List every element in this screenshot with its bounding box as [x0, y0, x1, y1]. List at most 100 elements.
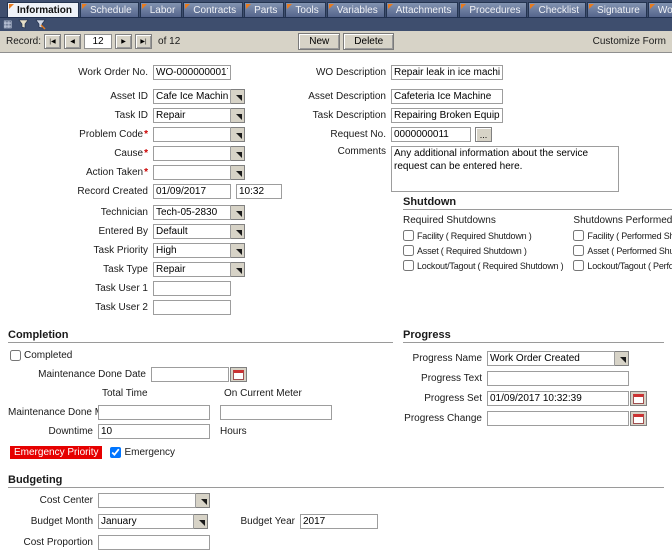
task-user-2-input[interactable] [153, 300, 231, 315]
task-type-label: Task Type [8, 264, 153, 275]
downtime-units-label: Hours [220, 426, 247, 437]
progress-set-input[interactable] [487, 391, 629, 406]
task-description-input[interactable] [391, 108, 503, 123]
cost-center-input[interactable] [98, 493, 196, 508]
tab-contracts[interactable]: Contracts [183, 2, 243, 17]
record-created-date-input[interactable] [153, 184, 231, 199]
progress-change-calendar-button[interactable] [630, 411, 647, 426]
checkbox[interactable] [403, 260, 414, 271]
progress-name-input[interactable] [487, 351, 615, 366]
tab-tools[interactable]: Tools [285, 2, 325, 17]
emergency-checkbox[interactable]: Emergency [110, 447, 175, 458]
tab-variables[interactable]: Variables [327, 2, 385, 17]
cost-center-dropdown-button[interactable] [196, 493, 210, 508]
budget-year-input[interactable] [300, 514, 378, 529]
comments-textarea[interactable]: Any additional information about the ser… [391, 146, 619, 192]
tab-attachments[interactable]: Attachments [386, 2, 459, 17]
cause-input[interactable] [153, 146, 231, 161]
task-priority-dropdown-button[interactable] [231, 243, 245, 258]
wo-description-input[interactable] [391, 65, 503, 80]
tab-information[interactable]: Information [7, 2, 79, 17]
task-user-1-input[interactable] [153, 281, 231, 296]
new-button[interactable]: New [298, 33, 340, 50]
checkbox[interactable] [110, 447, 121, 458]
next-record-button[interactable]: ▶ [115, 34, 132, 49]
tab-schedule[interactable]: Schedule [80, 2, 139, 17]
task-description-label: Task Description [303, 110, 391, 121]
work-order-no-input[interactable] [153, 65, 231, 80]
field-task-description: Task Description [303, 108, 672, 123]
checkbox[interactable] [403, 245, 414, 256]
task-id-dropdown-button[interactable] [231, 108, 245, 123]
tab-labor[interactable]: Labor [140, 2, 183, 17]
filter-edit-icon[interactable] [35, 19, 46, 30]
downtime-input[interactable] [98, 424, 210, 439]
budget-month-dropdown-button[interactable] [194, 514, 208, 529]
right-column: WO Description Asset Description Task De… [303, 65, 672, 319]
record-created-time-input[interactable] [236, 184, 282, 199]
first-record-button[interactable]: |◀ [44, 34, 61, 49]
field-task-user-2: Task User 2 [8, 300, 303, 315]
task-type-dropdown-button[interactable] [231, 262, 245, 277]
asset-performed-shutdown-checkbox[interactable]: Asset ( Performed Shutdown ) [573, 245, 672, 256]
lockout-tagout-performed-shutdown-checkbox[interactable]: Lockout/Tagout ( Performed Shutdown ) [573, 260, 672, 271]
delete-button[interactable]: Delete [343, 33, 394, 50]
progress-set-calendar-button[interactable] [630, 391, 647, 406]
action-taken-dropdown-button[interactable] [231, 165, 245, 180]
technician-input[interactable] [153, 205, 231, 220]
maintenance-done-meter-total-input[interactable] [98, 405, 210, 420]
progress-text-input[interactable] [487, 371, 629, 386]
progress-change-input[interactable] [487, 411, 629, 426]
task-id-input[interactable] [153, 108, 231, 123]
cost-proportion-label: Cost Proportion [8, 537, 98, 548]
problem-code-dropdown-button[interactable] [231, 127, 245, 142]
checkbox[interactable] [573, 230, 584, 241]
last-record-button[interactable]: ▶| [135, 34, 152, 49]
lockout-tagout-required-shutdown-checkbox[interactable]: Lockout/Tagout ( Required Shutdown ) [403, 260, 563, 271]
tab-parts[interactable]: Parts [244, 2, 284, 17]
tab-procedures[interactable]: Procedures [459, 2, 527, 17]
field-task-priority: Task Priority [8, 243, 303, 258]
task-type-input[interactable] [153, 262, 231, 277]
budget-month-input[interactable] [98, 514, 194, 529]
maintenance-done-meter-current-input[interactable] [220, 405, 332, 420]
request-no-label: Request No. [303, 129, 391, 140]
record-created-label: Record Created [8, 186, 153, 197]
cost-proportion-input[interactable] [98, 535, 210, 550]
completed-checkbox[interactable]: Completed [10, 350, 72, 361]
request-no-input[interactable] [391, 127, 471, 142]
asset-id-input[interactable] [153, 89, 231, 104]
checkbox[interactable] [403, 230, 414, 241]
facility-performed-shutdown-checkbox[interactable]: Facility ( Performed Shutdown ) [573, 230, 672, 241]
checkbox[interactable] [573, 260, 584, 271]
task-id-label: Task ID [8, 110, 153, 121]
task-priority-input[interactable] [153, 243, 231, 258]
entered-by-input[interactable] [153, 224, 231, 239]
facility-required-shutdown-checkbox[interactable]: Facility ( Required Shutdown ) [403, 230, 563, 241]
previous-record-button[interactable]: ◀ [64, 34, 81, 49]
cause-dropdown-button[interactable] [231, 146, 245, 161]
record-number-input[interactable] [84, 34, 112, 49]
field-wo-description: WO Description [303, 65, 672, 80]
tab-checklist[interactable]: Checklist [528, 2, 586, 17]
field-maintenance-done-meter: Maintenance Done Meter [8, 405, 393, 420]
asset-required-shutdown-checkbox[interactable]: Asset ( Required Shutdown ) [403, 245, 563, 256]
tab-workflow[interactable]: Workflow [648, 2, 672, 17]
customize-form-link[interactable]: Customize Form [593, 36, 666, 47]
tab-signature[interactable]: Signature [587, 2, 647, 17]
asset-description-input[interactable] [391, 89, 503, 104]
request-no-browse-button[interactable]: ... [475, 127, 492, 142]
entered-by-dropdown-button[interactable] [231, 224, 245, 239]
technician-dropdown-button[interactable] [231, 205, 245, 220]
maintenance-done-date-input[interactable] [151, 367, 229, 382]
action-taken-input[interactable] [153, 165, 231, 180]
maintenance-done-date-calendar-button[interactable] [230, 367, 247, 382]
problem-code-input[interactable] [153, 127, 231, 142]
filter-icon[interactable] [18, 19, 29, 30]
asset-id-dropdown-button[interactable] [231, 89, 245, 104]
grid-icon[interactable]: ▦ [3, 20, 12, 30]
dropdown-arrow-icon [236, 211, 242, 217]
checkbox[interactable] [573, 245, 584, 256]
checkbox[interactable] [10, 350, 21, 361]
progress-name-dropdown-button[interactable] [615, 351, 629, 366]
